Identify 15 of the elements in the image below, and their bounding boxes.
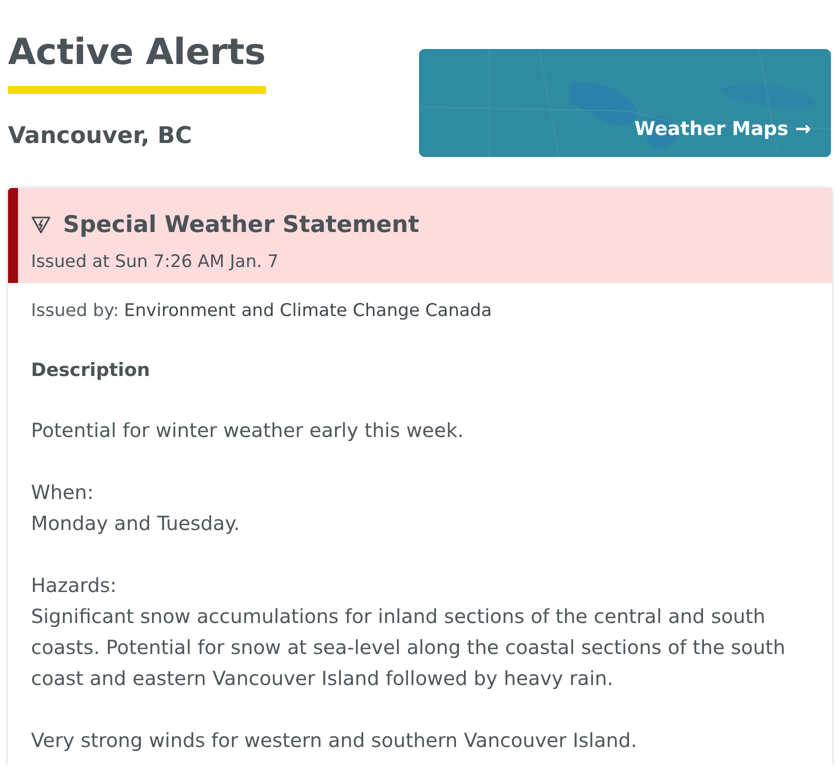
description-text: Potential for winter weather early this week. [31, 418, 465, 444]
description-text: Significant snow accumulations for inland sections of the central and south coasts. Potential for snow at sea-level along the coastal sections of the south coast and eastern Vancouver Island followed by heavy rain. [31, 604, 786, 692]
alert-title: Special Weather Statement [63, 211, 420, 240]
description-text: Monday and Tuesday. [31, 511, 241, 537]
issued-time: Issued at Sun 7:26 AM Jan. 7 [31, 251, 280, 274]
description-text: Very strong winds for western and southern Vancouver Island. [31, 728, 638, 754]
weather-maps-link[interactable]: Weather Maps → [419, 49, 831, 157]
page-title: Active Alerts [8, 31, 266, 75]
description-text: When: [31, 480, 95, 506]
description-text: Hazards: [31, 573, 118, 599]
issued-by-label: Issued by: [31, 300, 120, 323]
description-heading: Description [31, 359, 151, 383]
location-name: Vancouver, BC [8, 122, 192, 151]
issuer-name: Environment and Climate Change Canada [124, 300, 492, 323]
warning-triangle-icon [31, 216, 51, 234]
